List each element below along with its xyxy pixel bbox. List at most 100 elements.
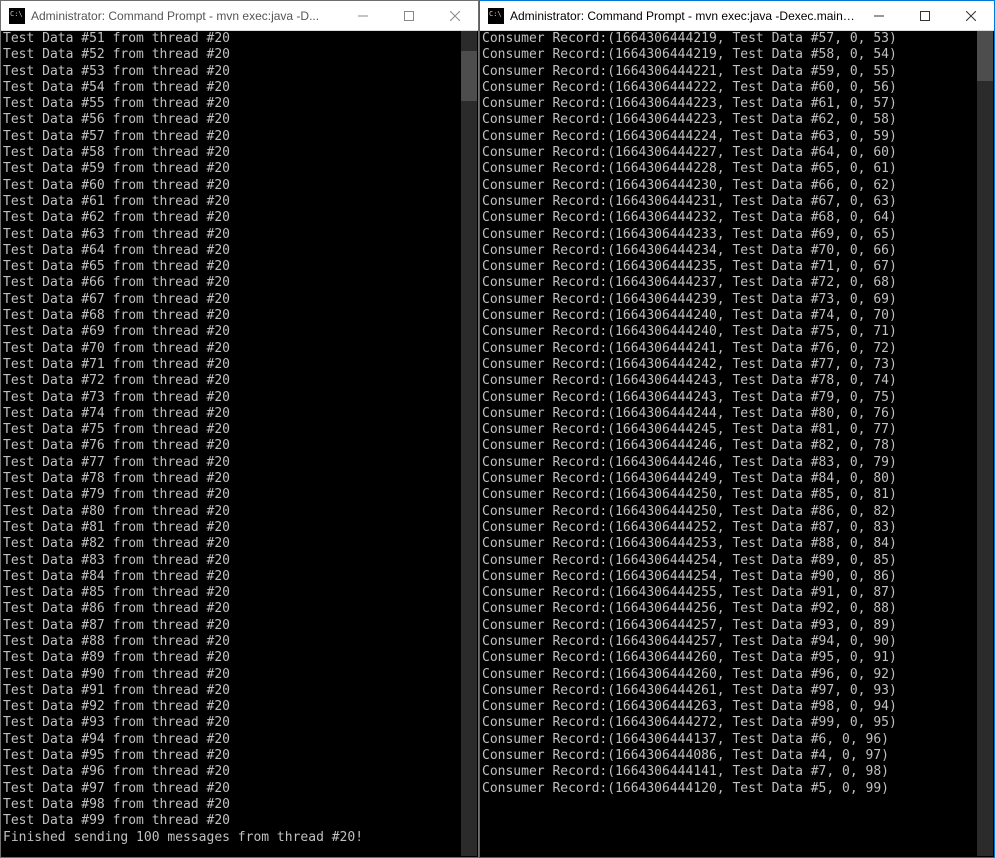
minimize-button[interactable]: [340, 1, 386, 30]
console-line: Test Data #78 from thread #20: [3, 471, 476, 487]
scroll-thumb-left[interactable]: [461, 51, 477, 101]
console-output-left[interactable]: Test Data #51 from thread #20 Test Data #…: [1, 31, 478, 857]
scroll-thumb-right[interactable]: [977, 31, 993, 81]
console-line: Consumer Record:(1664306444272, Test Dat…: [482, 715, 992, 731]
console-line: Consumer Record:(1664306444231, Test Dat…: [482, 194, 992, 210]
console-line: Consumer Record:(1664306444250, Test Dat…: [482, 487, 992, 503]
console-line: Test Data #82 from thread #20: [3, 536, 476, 552]
titlebar-left[interactable]: Administrator: Command Prompt - mvn exec…: [1, 1, 478, 31]
console-line: Consumer Record:(1664306444235, Test Dat…: [482, 259, 992, 275]
console-line: Test Data #54 from thread #20: [3, 80, 476, 96]
console-line: Consumer Record:(1664306444227, Test Dat…: [482, 145, 992, 161]
console-line: Consumer Record:(1664306444263, Test Dat…: [482, 699, 992, 715]
console-line: Finished sending 100 messages from threa…: [3, 830, 476, 846]
console-line: Test Data #84 from thread #20: [3, 569, 476, 585]
console-line: Consumer Record:(1664306444222, Test Dat…: [482, 80, 992, 96]
console-line: Consumer Record:(1664306444250, Test Dat…: [482, 504, 992, 520]
console-line: Consumer Record:(1664306444137, Test Dat…: [482, 732, 992, 748]
console-line: Test Data #69 from thread #20: [3, 324, 476, 340]
console-line: Test Data #81 from thread #20: [3, 520, 476, 536]
console-line: Consumer Record:(1664306444244, Test Dat…: [482, 406, 992, 422]
console-line: Test Data #60 from thread #20: [3, 178, 476, 194]
console-line: Consumer Record:(1664306444253, Test Dat…: [482, 536, 992, 552]
console-line: Test Data #68 from thread #20: [3, 308, 476, 324]
scrollbar-left[interactable]: [461, 31, 477, 856]
console-line: Test Data #79 from thread #20: [3, 487, 476, 503]
console-line: Consumer Record:(1664306444256, Test Dat…: [482, 601, 992, 617]
console-line: Test Data #51 from thread #20: [3, 31, 476, 47]
console-line: Test Data #98 from thread #20: [3, 797, 476, 813]
console-line: Test Data #53 from thread #20: [3, 64, 476, 80]
cmd-icon: [9, 8, 25, 24]
console-line: Test Data #73 from thread #20: [3, 390, 476, 406]
scrollbar-right[interactable]: [977, 31, 993, 856]
console-line: Test Data #92 from thread #20: [3, 699, 476, 715]
console-line: Test Data #93 from thread #20: [3, 715, 476, 731]
console-line: Consumer Record:(1664306444252, Test Dat…: [482, 520, 992, 536]
console-line: Consumer Record:(1664306444228, Test Dat…: [482, 161, 992, 177]
console-line: Test Data #96 from thread #20: [3, 764, 476, 780]
console-line: Test Data #86 from thread #20: [3, 601, 476, 617]
console-line: Test Data #99 from thread #20: [3, 813, 476, 829]
close-button[interactable]: [948, 1, 994, 30]
console-line: Consumer Record:(1664306444246, Test Dat…: [482, 438, 992, 454]
cmd-window-consumer: Administrator: Command Prompt - mvn exec…: [479, 0, 995, 858]
console-line: Consumer Record:(1664306444239, Test Dat…: [482, 292, 992, 308]
console-line: Test Data #66 from thread #20: [3, 275, 476, 291]
titlebar-right[interactable]: Administrator: Command Prompt - mvn exec…: [480, 1, 994, 31]
console-line: Consumer Record:(1664306444254, Test Dat…: [482, 569, 992, 585]
console-line: Consumer Record:(1664306444221, Test Dat…: [482, 64, 992, 80]
console-line: Test Data #90 from thread #20: [3, 667, 476, 683]
console-line: Test Data #55 from thread #20: [3, 96, 476, 112]
maximize-button[interactable]: [386, 1, 432, 30]
console-line: Test Data #85 from thread #20: [3, 585, 476, 601]
console-line: Test Data #95 from thread #20: [3, 748, 476, 764]
console-line: Consumer Record:(1664306444257, Test Dat…: [482, 634, 992, 650]
console-line: Consumer Record:(1664306444241, Test Dat…: [482, 341, 992, 357]
minimize-button[interactable]: [856, 1, 902, 30]
console-line: Test Data #64 from thread #20: [3, 243, 476, 259]
console-line: Test Data #80 from thread #20: [3, 504, 476, 520]
console-line: Consumer Record:(1664306444120, Test Dat…: [482, 781, 992, 797]
console-line: Consumer Record:(1664306444240, Test Dat…: [482, 324, 992, 340]
console-line: Consumer Record:(1664306444219, Test Dat…: [482, 47, 992, 63]
console-line: Test Data #75 from thread #20: [3, 422, 476, 438]
console-line: Test Data #71 from thread #20: [3, 357, 476, 373]
console-line: Test Data #67 from thread #20: [3, 292, 476, 308]
console-line: Test Data #87 from thread #20: [3, 618, 476, 634]
console-line: Consumer Record:(1664306444233, Test Dat…: [482, 227, 992, 243]
cmd-icon: [488, 8, 504, 24]
console-line: Consumer Record:(1664306444255, Test Dat…: [482, 585, 992, 601]
console-line: Consumer Record:(1664306444257, Test Dat…: [482, 618, 992, 634]
console-line: Test Data #77 from thread #20: [3, 455, 476, 471]
title-text-left: Administrator: Command Prompt - mvn exec…: [31, 9, 340, 23]
console-line: Test Data #70 from thread #20: [3, 341, 476, 357]
console-line: Consumer Record:(1664306444243, Test Dat…: [482, 390, 992, 406]
console-line: Consumer Record:(1664306444224, Test Dat…: [482, 129, 992, 145]
console-line: Consumer Record:(1664306444234, Test Dat…: [482, 243, 992, 259]
close-button[interactable]: [432, 1, 478, 30]
console-line: Test Data #83 from thread #20: [3, 553, 476, 569]
console-line: Test Data #65 from thread #20: [3, 259, 476, 275]
console-line: Consumer Record:(1664306444230, Test Dat…: [482, 178, 992, 194]
console-line: Test Data #56 from thread #20: [3, 112, 476, 128]
console-line: Test Data #62 from thread #20: [3, 210, 476, 226]
cmd-window-producer: Administrator: Command Prompt - mvn exec…: [0, 0, 479, 858]
console-line: Test Data #89 from thread #20: [3, 650, 476, 666]
console-line: Test Data #59 from thread #20: [3, 161, 476, 177]
console-line: Consumer Record:(1664306444237, Test Dat…: [482, 275, 992, 291]
maximize-button[interactable]: [902, 1, 948, 30]
console-line: Consumer Record:(1664306444223, Test Dat…: [482, 112, 992, 128]
console-line: Consumer Record:(1664306444219, Test Dat…: [482, 31, 992, 47]
console-line: Consumer Record:(1664306444260, Test Dat…: [482, 650, 992, 666]
console-line: Test Data #57 from thread #20: [3, 129, 476, 145]
console-line: Consumer Record:(1664306444240, Test Dat…: [482, 308, 992, 324]
console-line: Test Data #63 from thread #20: [3, 227, 476, 243]
console-line: Test Data #91 from thread #20: [3, 683, 476, 699]
console-line: Consumer Record:(1664306444086, Test Dat…: [482, 748, 992, 764]
console-line: Consumer Record:(1664306444223, Test Dat…: [482, 96, 992, 112]
console-output-right[interactable]: Consumer Record:(1664306444219, Test Dat…: [480, 31, 994, 857]
console-line: Consumer Record:(1664306444261, Test Dat…: [482, 683, 992, 699]
console-line: Test Data #61 from thread #20: [3, 194, 476, 210]
console-line: Consumer Record:(1664306444249, Test Dat…: [482, 471, 992, 487]
